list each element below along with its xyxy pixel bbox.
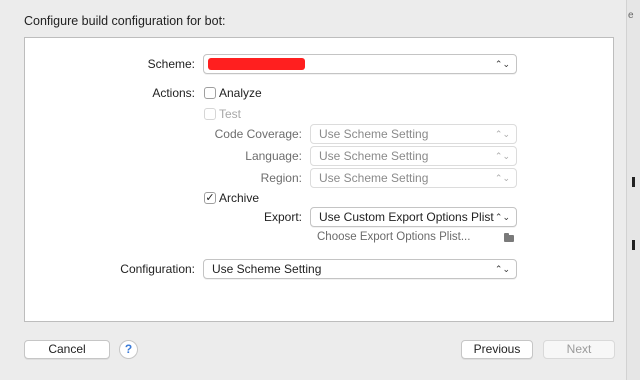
configuration-value: Use Scheme Setting — [212, 262, 322, 276]
next-button: Next — [543, 340, 615, 359]
cancel-button[interactable]: Cancel — [24, 340, 110, 359]
chevron-up-down-icon: ⌃⌄ — [494, 264, 510, 274]
archive-checkbox[interactable]: ✓ — [204, 192, 216, 204]
export-value: Use Custom Export Options Plist — [319, 210, 494, 224]
scheme-popup[interactable]: ⌃⌄ — [203, 54, 517, 74]
code-coverage-label: Code Coverage: — [214, 127, 302, 141]
test-checkbox — [204, 108, 216, 120]
background-window-letter: e — [628, 10, 634, 21]
test-label: Test — [219, 107, 242, 121]
language-value: Use Scheme Setting — [319, 149, 429, 163]
redacted-scheme-name — [208, 58, 305, 70]
chevron-up-down-icon: ⌃⌄ — [494, 59, 510, 69]
archive-label: Archive — [219, 191, 260, 205]
language-label: Language: — [245, 149, 302, 163]
actions-label: Actions: — [152, 86, 195, 100]
chevron-up-down-icon: ⌃⌄ — [494, 173, 510, 183]
region-label: Region: — [260, 171, 302, 185]
analyze-label: Analyze — [219, 86, 262, 100]
language-popup: Use Scheme Setting ⌃⌄ — [310, 146, 517, 166]
configuration-popup[interactable]: Use Scheme Setting ⌃⌄ — [203, 259, 517, 279]
configuration-label: Configuration: — [120, 262, 195, 276]
chevron-up-down-icon: ⌃⌄ — [494, 212, 510, 222]
region-popup: Use Scheme Setting ⌃⌄ — [310, 168, 517, 188]
scheme-label: Scheme: — [147, 57, 195, 71]
analyze-checkbox[interactable] — [204, 87, 216, 99]
help-button[interactable]: ? — [119, 340, 138, 359]
code-coverage-value: Use Scheme Setting — [319, 127, 429, 141]
export-plist-path-field[interactable]: Choose Export Options Plist... — [317, 231, 470, 243]
export-label: Export: — [263, 210, 302, 224]
chevron-up-down-icon: ⌃⌄ — [494, 151, 510, 161]
window-title: Configure build configuration for bot: — [24, 14, 226, 28]
chevron-up-down-icon: ⌃⌄ — [494, 129, 510, 139]
export-popup[interactable]: Use Custom Export Options Plist ⌃⌄ — [310, 207, 517, 227]
code-coverage-popup: Use Scheme Setting ⌃⌄ — [310, 124, 517, 144]
background-window-mark — [632, 240, 635, 250]
background-window-mark — [632, 177, 635, 187]
region-value: Use Scheme Setting — [319, 171, 429, 185]
background-window-edge — [626, 0, 640, 380]
previous-button[interactable]: Previous — [461, 340, 533, 359]
folder-icon[interactable] — [504, 233, 514, 242]
